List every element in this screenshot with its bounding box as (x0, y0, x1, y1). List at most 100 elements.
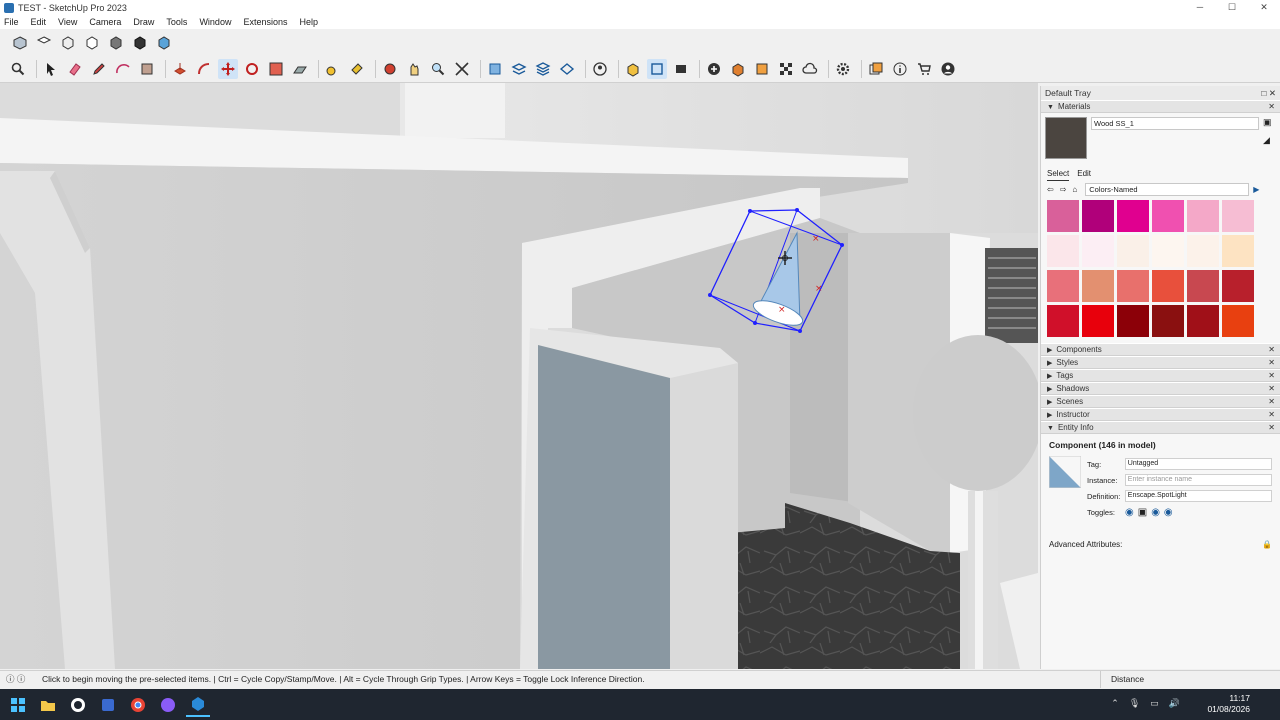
arc-tool-icon[interactable] (113, 59, 133, 79)
menu-edit[interactable]: Edit (31, 17, 47, 27)
file-explorer-icon[interactable] (36, 693, 60, 717)
tape-measure-tool-icon[interactable] (323, 59, 343, 79)
right-view-button[interactable] (82, 33, 102, 53)
color-swatch[interactable] (1187, 305, 1219, 337)
orbit-tool-icon[interactable] (380, 59, 400, 79)
zoom-extents-icon[interactable] (452, 59, 472, 79)
chrome-icon[interactable] (126, 693, 150, 717)
menu-tools[interactable]: Tools (166, 17, 187, 27)
color-swatch[interactable] (1082, 200, 1114, 232)
top-view-button[interactable] (34, 33, 54, 53)
forward-arrow-icon[interactable]: ⇨ (1060, 185, 1067, 194)
menu-extensions[interactable]: Extensions (243, 17, 287, 27)
color-swatch[interactable] (1222, 270, 1254, 302)
sample-paint-icon[interactable]: ◢ (1263, 135, 1270, 146)
profile-icon[interactable] (938, 59, 958, 79)
tab-select[interactable]: Select (1047, 169, 1070, 181)
color-swatch[interactable] (1082, 270, 1114, 302)
panel-header-tags[interactable]: ▶ Tags ✕ (1041, 369, 1280, 382)
offset-tool-icon[interactable] (194, 59, 214, 79)
cloud-icon[interactable] (800, 59, 820, 79)
system-clock[interactable]: 11:17 01/08/2026 (1207, 693, 1250, 715)
color-swatch[interactable] (1187, 235, 1219, 267)
3d-viewport[interactable]: × × × (0, 83, 1038, 669)
menu-draw[interactable]: Draw (133, 17, 154, 27)
stack-icon[interactable] (533, 59, 553, 79)
eraser-tool-icon[interactable] (65, 59, 85, 79)
maximize-button[interactable]: ☐ (1216, 0, 1248, 15)
color-swatch[interactable] (1187, 270, 1219, 302)
color-swatch[interactable] (1047, 305, 1079, 337)
color-swatch[interactable] (1187, 200, 1219, 232)
color-swatch[interactable] (1152, 200, 1184, 232)
add-location-icon[interactable] (704, 59, 724, 79)
extension-manager-icon[interactable] (728, 59, 748, 79)
layers-icon[interactable] (509, 59, 529, 79)
color-swatch[interactable] (1047, 200, 1079, 232)
scene-render[interactable]: × × × (0, 83, 1038, 669)
instance-name-input[interactable]: Enter instance name (1124, 474, 1272, 486)
front-view-button[interactable] (58, 33, 78, 53)
create-material-icon[interactable]: ▣ (1263, 117, 1272, 128)
left-view-button[interactable] (130, 33, 150, 53)
sketchup-taskbar-icon[interactable] (186, 693, 210, 717)
color-swatch[interactable] (1082, 305, 1114, 337)
rotate-tool-icon[interactable] (242, 59, 262, 79)
microphone-icon[interactable]: 🎙 (1129, 698, 1140, 709)
panel-header-entity-info[interactable]: ▼ Entity Info ✕ (1041, 421, 1280, 434)
color-swatch[interactable] (1117, 235, 1149, 267)
user-account-icon[interactable] (590, 59, 610, 79)
pencil-tool-icon[interactable] (89, 59, 109, 79)
color-swatch[interactable] (1222, 200, 1254, 232)
menu-file[interactable]: File (4, 17, 19, 27)
shadow-receive-toggle-icon[interactable]: ◉ (1164, 507, 1173, 518)
material-name-field[interactable]: Wood SS_1 (1091, 117, 1259, 130)
pan-tool-icon[interactable] (404, 59, 424, 79)
cart-icon[interactable] (914, 59, 934, 79)
chevron-up-icon[interactable]: ⌃ (1111, 698, 1119, 709)
panel-header-scenes[interactable]: ▶ Scenes ✕ (1041, 395, 1280, 408)
scenes-icon[interactable] (671, 59, 691, 79)
current-material-swatch[interactable] (1045, 117, 1087, 159)
panel-header-instructor[interactable]: ▶ Instructor ✕ (1041, 408, 1280, 421)
status-info-icon[interactable]: ⓘ ⓘ (6, 671, 25, 688)
network-icon[interactable]: ▭ (1150, 698, 1159, 709)
panel-header-styles[interactable]: ▶ Styles ✕ (1041, 356, 1280, 369)
color-swatch[interactable] (1222, 305, 1254, 337)
move-tool-icon[interactable] (218, 59, 238, 79)
menu-camera[interactable]: Camera (89, 17, 121, 27)
copy-icon[interactable] (866, 59, 886, 79)
warehouse-icon[interactable] (623, 59, 643, 79)
sandbox-icon[interactable] (557, 59, 577, 79)
info-icon[interactable] (890, 59, 910, 79)
components-icon[interactable] (647, 59, 667, 79)
lock-icon[interactable]: 🔒 (1262, 540, 1272, 549)
rectangle-tool-icon[interactable] (137, 59, 157, 79)
color-swatch[interactable] (1117, 270, 1149, 302)
zoom-tool-icon[interactable] (428, 59, 448, 79)
details-arrow-icon[interactable]: ▶ (1253, 185, 1259, 194)
color-swatch[interactable] (1152, 235, 1184, 267)
app-icon[interactable] (96, 693, 120, 717)
tab-edit[interactable]: Edit (1077, 169, 1091, 181)
paint-bucket-tool-icon[interactable] (347, 59, 367, 79)
back-view-button[interactable] (106, 33, 126, 53)
panel-header-components[interactable]: ▶ Components ✕ (1041, 343, 1280, 356)
color-swatch[interactable] (1222, 235, 1254, 267)
visibility-toggle-icon[interactable]: ◉ (1125, 507, 1134, 518)
iso-view-button[interactable] (10, 33, 30, 53)
texture-icon[interactable] (776, 59, 796, 79)
library-select[interactable]: Colors-Named (1085, 182, 1250, 196)
shadow-cast-toggle-icon[interactable]: ◉ (1151, 507, 1160, 518)
color-swatch[interactable] (1152, 270, 1184, 302)
materials-panel-header[interactable]: ▼ Materials ✕ (1041, 100, 1280, 113)
search-icon[interactable] (8, 59, 28, 79)
home-icon[interactable]: ⌂ (1072, 185, 1077, 194)
push-pull-tool-icon[interactable] (170, 59, 190, 79)
scale-tool-icon[interactable] (266, 59, 286, 79)
lock-toggle-icon[interactable]: ▣ (1138, 507, 1147, 518)
menu-window[interactable]: Window (199, 17, 231, 27)
github-icon[interactable] (66, 693, 90, 717)
minimize-button[interactable]: ─ (1184, 0, 1216, 15)
color-swatch[interactable] (1117, 305, 1149, 337)
